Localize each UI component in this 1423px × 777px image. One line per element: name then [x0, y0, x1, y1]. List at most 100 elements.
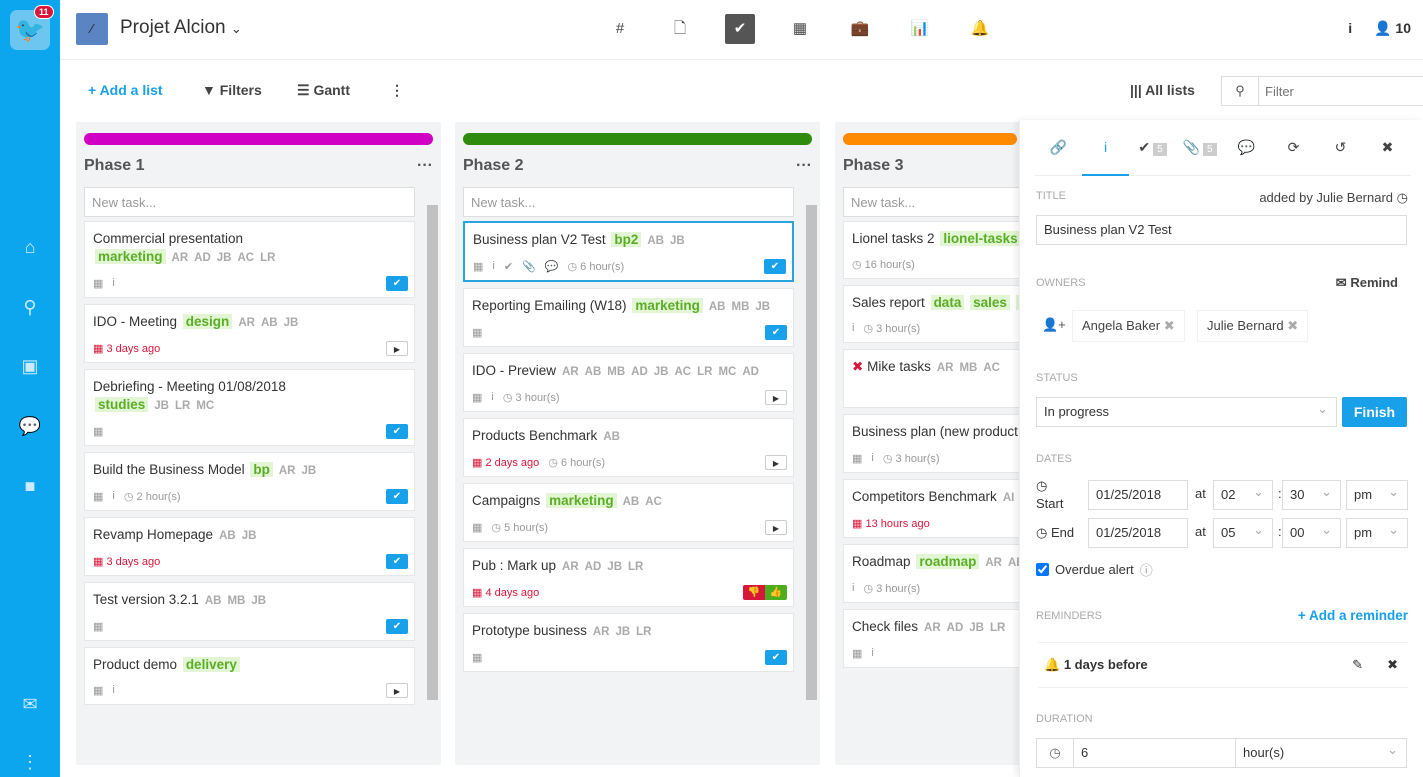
task-tag[interactable]: lionel-tasks — [940, 231, 1021, 246]
task-card[interactable]: Campaigns marketing AB AC ▦ ◷ 5 hour(s) ▶ — [463, 483, 794, 542]
duration-unit-select[interactable]: hour(s) — [1235, 738, 1407, 768]
task-tag[interactable]: marketing — [95, 249, 166, 264]
task-card[interactable]: Revamp Homepage AB JB ▦ 3 days ago ✔ — [84, 517, 415, 576]
task-tag[interactable]: marketing — [632, 298, 703, 313]
remove-owner-icon[interactable]: ✖ — [1287, 318, 1298, 333]
task-card[interactable]: Test version 3.2.1 AB MB JB ▦ ✔ — [84, 582, 415, 641]
start-minute-select[interactable]: 30 — [1282, 480, 1341, 510]
tab-link[interactable]: 🔗 — [1035, 120, 1082, 176]
tab-refresh[interactable]: ⟳ — [1270, 120, 1317, 176]
task-card[interactable]: Business plan V2 Test bp2 AB JB ▦ i ✔ 📎 💬 ◷ 6 ho… — [463, 221, 794, 282]
task-tag[interactable]: delivery — [182, 657, 240, 672]
edit-icon[interactable]: ✎ — [1352, 657, 1363, 673]
task-card[interactable]: Lionel tasks 2 lionel-tasks ◷ 16 hour(s) — [843, 221, 1025, 279]
hashtag-icon[interactable]: # — [590, 14, 650, 44]
overdue-alert-checkbox[interactable] — [1036, 563, 1049, 576]
task-tag[interactable]: bp — [250, 462, 273, 477]
complete-button[interactable]: ✔ — [386, 424, 408, 439]
chat-icon[interactable]: 💬 — [0, 416, 60, 437]
title-input[interactable]: Business plan V2 Test — [1036, 215, 1407, 245]
list-menu-icon[interactable]: ··· — [417, 157, 433, 175]
start-button[interactable]: ▶ — [765, 455, 787, 470]
end-date-input[interactable]: 01/25/2018 — [1088, 518, 1188, 548]
tab-check[interactable]: ✔ 5 — [1129, 120, 1176, 176]
complete-button[interactable]: ✔ — [765, 650, 787, 665]
task-card[interactable]: Products Benchmark AB ▦ 2 days ago ◷ 6 hour… — [463, 418, 794, 477]
project-switcher[interactable]: Projet Alcion ⌄ — [120, 17, 242, 39]
task-tag[interactable]: bp2 — [611, 232, 642, 247]
start-button[interactable]: ▶ — [386, 341, 408, 356]
contacts-icon[interactable]: ▣ — [0, 356, 60, 377]
calendar-icon[interactable]: ▦ — [770, 14, 830, 44]
start-button[interactable]: ▶ — [386, 683, 408, 698]
task-tag[interactable]: marketing — [546, 493, 617, 508]
more-icon[interactable]: ⋮ — [0, 752, 60, 773]
mail-icon[interactable]: ✉ — [0, 694, 60, 715]
task-tag[interactable]: design — [182, 314, 233, 329]
task-card[interactable]: Sales report data sales repi◷ 3 hour(s) — [843, 285, 1025, 343]
task-card[interactable]: Commercial presentation marketing AR AD JB A… — [84, 221, 415, 298]
complete-button[interactable]: ✔ — [764, 259, 786, 274]
end-hour-select[interactable]: 05 — [1213, 518, 1273, 548]
video-icon[interactable]: ■ — [0, 476, 60, 497]
duration-input[interactable]: 6 — [1073, 738, 1236, 768]
task-tag[interactable]: studies — [95, 397, 149, 412]
tab-history[interactable]: ↺ — [1317, 120, 1364, 176]
thumbs-up-icon[interactable]: 👍 — [765, 585, 787, 600]
task-card[interactable]: Roadmap roadmap AR AB i ◷ 3 hour(s) — [843, 544, 1025, 603]
task-card[interactable]: ✖ Mike tasks AR MB AC — [843, 349, 1025, 408]
scrollbar[interactable] — [426, 190, 439, 760]
start-button[interactable]: ▶ — [765, 390, 787, 405]
bell-icon[interactable]: 🔔 — [950, 14, 1010, 44]
tab-close[interactable]: ✖ — [1364, 120, 1411, 176]
start-hour-select[interactable]: 02 — [1213, 480, 1273, 510]
delete-icon[interactable]: ✖ — [1387, 657, 1398, 673]
complete-button[interactable]: ✔ — [386, 554, 408, 569]
info-icon[interactable]: i — [1348, 20, 1352, 36]
remind-button[interactable]: ✉ Remind — [1336, 275, 1398, 291]
start-date-input[interactable]: 01/25/2018 — [1088, 480, 1188, 510]
task-card[interactable]: Reporting Emailing (W18) marketing AB MB JB… — [463, 288, 794, 347]
tab-comments[interactable]: 💬 — [1223, 120, 1270, 176]
task-card[interactable]: Pub : Mark up AR AD JB LR ▦ 4 days ago 👎 👍 — [463, 548, 794, 607]
info-circle-icon[interactable]: ⓘ — [1140, 560, 1153, 579]
complete-button[interactable]: ✔ — [386, 619, 408, 634]
task-card[interactable]: Check files AR AD JB LR ▦ i — [843, 609, 1025, 668]
search-icon[interactable]: ⚲ — [1221, 76, 1259, 106]
task-card[interactable]: IDO - Preview AR AB MB AD JB AC LR MC AD ▦ i ◷ 3 hou… — [463, 353, 794, 412]
complete-button[interactable]: ✔ — [765, 325, 787, 340]
filters-button[interactable]: ▼ Filters — [202, 82, 262, 98]
all-lists-button[interactable]: ||| All lists — [1130, 82, 1195, 98]
end-ampm-select[interactable]: pm — [1346, 518, 1408, 548]
start-button[interactable]: ▶ — [765, 520, 787, 535]
new-task-input[interactable]: New task... — [843, 187, 1025, 217]
briefcase-icon[interactable]: 💼 — [830, 14, 890, 44]
task-tag[interactable]: sales — [970, 295, 1010, 310]
list-menu-icon[interactable]: ··· — [796, 157, 812, 175]
new-task-input[interactable]: New task... — [463, 187, 794, 217]
task-card[interactable]: Debriefing - Meeting 01/08/2018 studies J… — [84, 369, 415, 446]
new-task-input[interactable]: New task... — [84, 187, 415, 217]
task-card[interactable]: Competitors Benchmark AI ▦ 13 hours ago — [843, 479, 1025, 538]
task-card[interactable]: IDO - Meeting design AR AB JB ▦ 3 days ago ▶ — [84, 304, 415, 363]
task-card[interactable]: Business plan (new product product2ABMBA… — [843, 414, 1025, 473]
end-minute-select[interactable]: 00 — [1282, 518, 1341, 548]
complete-button[interactable]: ✔ — [386, 489, 408, 504]
task-tag[interactable]: data — [930, 295, 965, 310]
filter-input[interactable] — [1258, 76, 1423, 106]
chart-icon[interactable]: 📊 — [890, 14, 950, 44]
members-button[interactable]: 👤 10 — [1374, 20, 1411, 36]
add-owner-icon[interactable]: 👤+ — [1042, 317, 1066, 333]
more-options-icon[interactable]: ⋮ — [390, 82, 404, 99]
search-icon[interactable]: ⚲ — [0, 297, 60, 318]
add-list-button[interactable]: + Add a list — [88, 82, 163, 98]
remove-owner-icon[interactable]: ✖ — [1164, 318, 1175, 333]
scrollbar[interactable] — [805, 190, 818, 760]
finish-button[interactable]: Finish — [1342, 397, 1407, 427]
thumbs-down-icon[interactable]: 👎 — [743, 585, 765, 600]
home-icon[interactable]: ⌂ — [0, 237, 60, 258]
start-ampm-select[interactable]: pm — [1346, 480, 1408, 510]
add-reminder-button[interactable]: + Add a reminder — [1298, 608, 1408, 623]
gantt-button[interactable]: ☰ Gantt — [297, 82, 350, 99]
task-tag[interactable]: roadmap — [916, 554, 980, 569]
